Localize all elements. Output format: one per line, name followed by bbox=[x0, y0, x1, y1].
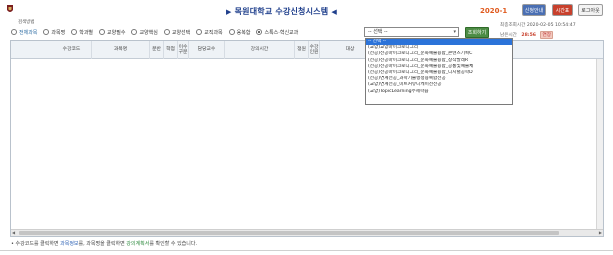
radio-convergence[interactable]: 융복합 bbox=[228, 29, 250, 36]
radio-circle-icon bbox=[228, 29, 235, 35]
registration-info-button[interactable]: 신청안내 bbox=[522, 4, 546, 16]
radio-stocks-innovation[interactable]: 스톡스·혁신교과 bbox=[256, 29, 298, 36]
col-lecture-time[interactable]: 강의시간 bbox=[225, 41, 295, 59]
scroll-left-icon[interactable]: ◀ bbox=[12, 230, 15, 235]
radio-circle-icon bbox=[196, 29, 203, 35]
radio-circle-icon bbox=[71, 29, 78, 35]
radio-teaching-courses[interactable]: 교직과목 bbox=[196, 29, 223, 36]
last-inquiry-value: 2020-02-05 10:54:47 bbox=[526, 23, 576, 28]
course-table: 수강코드 과목명 분반 학점 이수구분 담당교수 강의시간 정원 수강인원 대상… bbox=[10, 40, 604, 237]
logout-button[interactable]: 로그아웃 bbox=[578, 4, 603, 16]
col-enrolled[interactable]: 수강인원 bbox=[309, 41, 320, 59]
extend-session-button[interactable]: 연장 bbox=[540, 31, 553, 39]
footer-text-3: 를 확인할 수 있습니다. bbox=[149, 241, 198, 247]
dropdown-option[interactable]: (교양)TopicLearning주제학습 bbox=[366, 89, 512, 95]
col-course-code[interactable]: 수강코드 bbox=[52, 41, 92, 59]
col-course-name[interactable]: 과목명 bbox=[92, 41, 150, 59]
radio-by-department[interactable]: 학과별 bbox=[71, 29, 93, 36]
search-method-radio-group: 전체과목 과목명 학과별 교양필수 교양핵심 교양선택 교직과목 융복합 스톡스… bbox=[11, 27, 304, 37]
page-title: ▶ 목원대학교 수강신청시스템 ◀ bbox=[226, 6, 337, 17]
footer-help-text: • 수강코드를 클릭하면 과목정보를, 과목명을 클릭하면 강의계획서를 확인할… bbox=[11, 240, 197, 247]
course-info-link[interactable]: 과목정보 bbox=[60, 241, 78, 247]
col-completion-type[interactable]: 이수구분 bbox=[178, 41, 189, 59]
radio-liberal-core[interactable]: 교양핵심 bbox=[131, 29, 158, 36]
radio-circle-icon bbox=[163, 29, 170, 35]
query-button[interactable]: 조회하기 bbox=[465, 27, 489, 38]
term-label: 2020-1 bbox=[480, 7, 508, 15]
scroll-right-icon[interactable]: ▶ bbox=[599, 230, 602, 235]
radio-circle-icon bbox=[131, 29, 138, 35]
vertical-scrollbar[interactable] bbox=[596, 59, 603, 229]
university-logo bbox=[7, 5, 13, 12]
bottom-divider bbox=[0, 250, 613, 251]
col-professor[interactable]: 담당교수 bbox=[189, 41, 225, 59]
horizontal-scroll-thumb[interactable] bbox=[19, 231, 559, 235]
radio-circle-icon bbox=[11, 29, 17, 35]
title-right-arrow-icon: ◀ bbox=[331, 8, 337, 16]
radio-course-name[interactable]: 과목명 bbox=[43, 29, 65, 36]
syllabus-link[interactable]: 강의계획서 bbox=[126, 241, 149, 247]
radio-all-courses[interactable]: 전체과목 bbox=[11, 29, 37, 36]
footer-text-1: • 수강코드를 클릭하면 bbox=[11, 241, 61, 247]
title-left-arrow-icon: ▶ bbox=[226, 8, 232, 16]
title-text: 목원대학교 수강신청시스템 bbox=[234, 7, 329, 16]
radio-liberal-required[interactable]: 교양필수 bbox=[99, 29, 125, 36]
radio-circle-icon bbox=[43, 29, 50, 35]
remaining-time-value: 28:56 bbox=[521, 33, 536, 38]
radio-liberal-elective[interactable]: 교양선택 bbox=[163, 29, 190, 36]
horizontal-scrollbar[interactable]: ◀ ▶ bbox=[11, 229, 603, 236]
course-table-header: 수강코드 과목명 분반 학점 이수구분 담당교수 강의시간 정원 수강인원 대상 bbox=[11, 41, 603, 59]
col-credits[interactable]: 학점 bbox=[164, 41, 178, 59]
category-select[interactable]: -- 선택 -- ▾ bbox=[364, 27, 459, 37]
timetable-button[interactable]: 시간표 bbox=[552, 4, 573, 16]
category-dropdown-list: -- 선택 -- (교양)교양마이크로디그리 (전공)전공마이크로디그리_문화예… bbox=[365, 38, 513, 105]
chevron-down-icon: ▾ bbox=[453, 29, 456, 35]
search-method-label: 검색방법 bbox=[18, 20, 35, 25]
category-select-value: -- 선택 -- bbox=[368, 29, 388, 35]
last-inquiry-label: 최종조회시간 bbox=[500, 23, 526, 28]
radio-checked-icon bbox=[256, 29, 263, 35]
footer-text-2: 를, 과목명을 클릭하면 bbox=[78, 241, 127, 247]
col-capacity[interactable]: 정원 bbox=[295, 41, 309, 59]
col-section[interactable]: 분반 bbox=[150, 41, 164, 59]
last-inquiry-time: 최종조회시간 2020-02-05 10:54:47 bbox=[500, 22, 576, 28]
radio-circle-icon bbox=[99, 29, 106, 35]
